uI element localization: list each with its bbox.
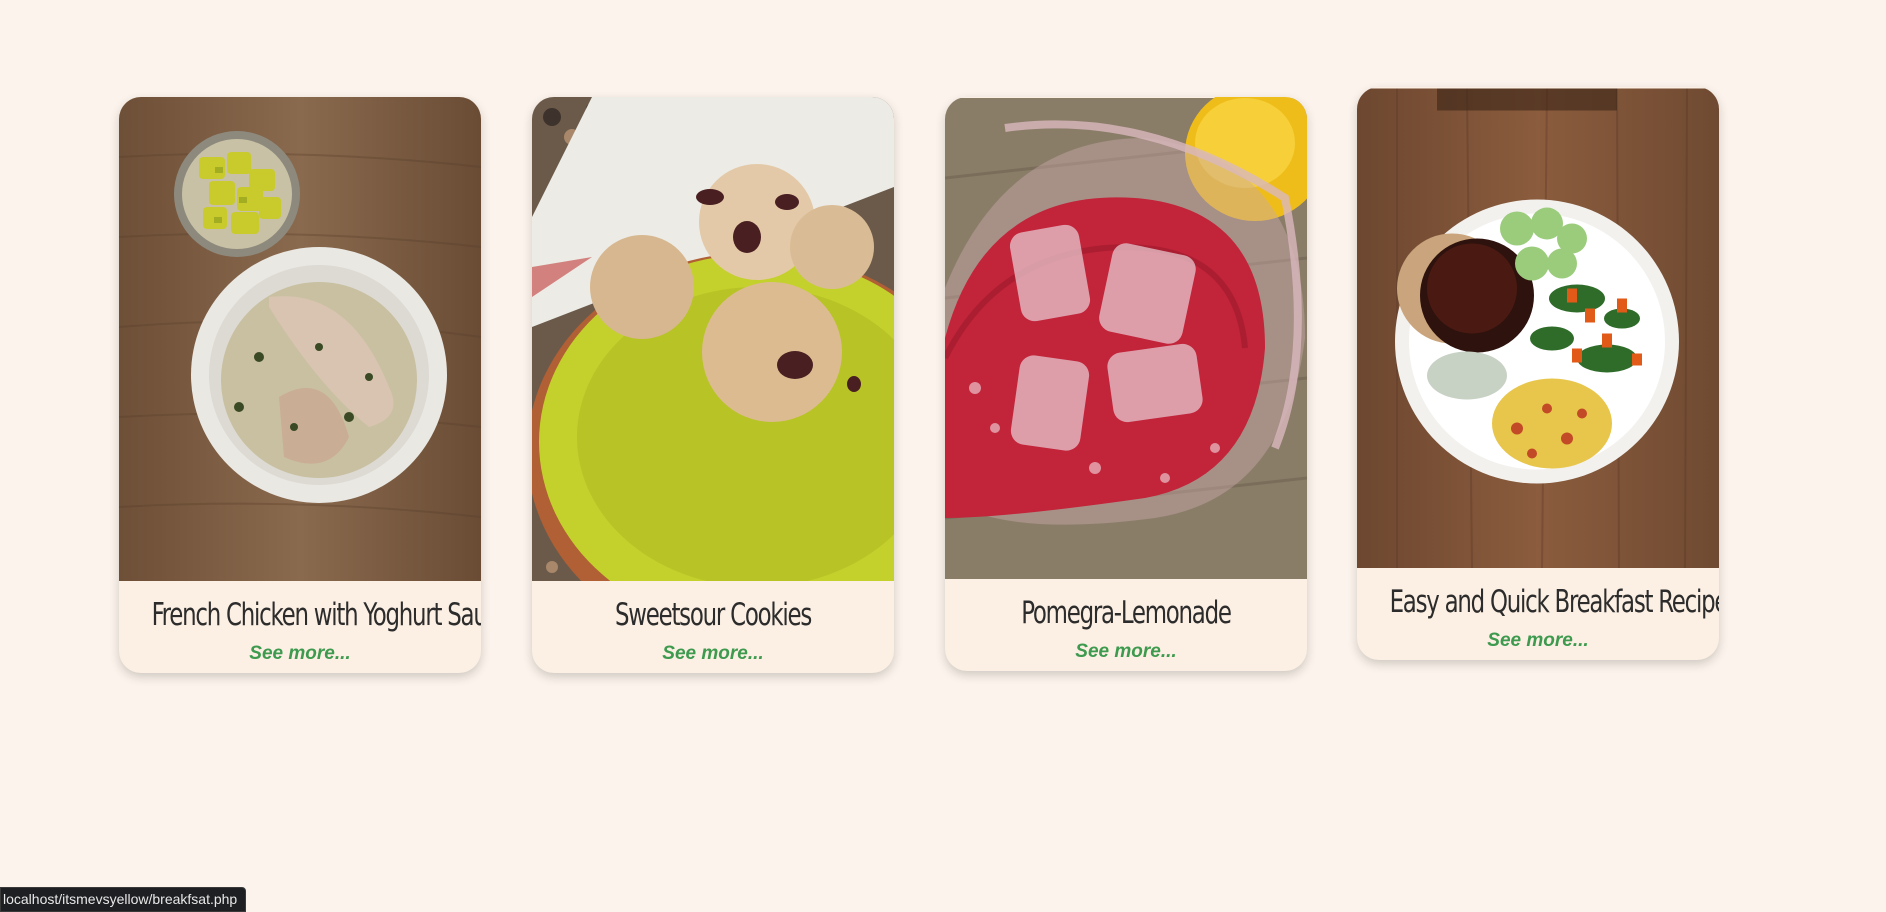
status-bar-url: localhost/itsmevsyellow/breakfsat.php bbox=[0, 887, 247, 912]
recipe-card-pomegra-lemonade[interactable]: Pomegra-Lemonade See more... bbox=[945, 97, 1307, 671]
cookies-plate-photo[interactable] bbox=[532, 97, 894, 581]
recipes-page: French Chicken with Yoghurt Sause See mo… bbox=[0, 0, 1886, 912]
pink-lemonade-glass-photo[interactable] bbox=[945, 97, 1307, 579]
see-more-link[interactable]: See more... bbox=[1357, 630, 1719, 652]
see-more-link[interactable]: See more... bbox=[532, 643, 894, 665]
recipe-card-grid: French Chicken with Yoghurt Sause See mo… bbox=[0, 0, 1886, 912]
chicken-bowl-photo[interactable] bbox=[119, 97, 481, 581]
see-more-link[interactable]: See more... bbox=[945, 641, 1307, 663]
recipe-card-breakfast[interactable]: Easy and Quick Breakfast Recipes See mor… bbox=[1357, 87, 1719, 660]
breakfast-plate-photo[interactable] bbox=[1357, 87, 1719, 568]
recipe-title: Sweetsour Cookies bbox=[614, 597, 812, 633]
recipe-title: Pomegra-Lemonade bbox=[1021, 595, 1232, 631]
recipe-card-french-chicken[interactable]: French Chicken with Yoghurt Sause See mo… bbox=[119, 97, 481, 673]
recipe-title: Easy and Quick Breakfast Recipes bbox=[1389, 584, 1719, 620]
recipe-title: French Chicken with Yoghurt Sause bbox=[151, 597, 481, 633]
recipe-card-sweetsour-cookies[interactable]: Sweetsour Cookies See more... bbox=[532, 97, 894, 673]
see-more-link[interactable]: See more... bbox=[119, 643, 481, 665]
